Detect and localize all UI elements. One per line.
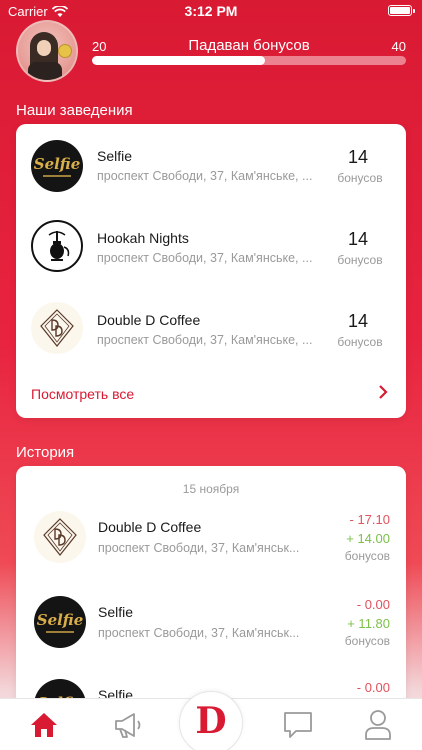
- avatar[interactable]: [16, 20, 78, 82]
- see-all-link[interactable]: Посмотреть все: [31, 386, 134, 402]
- venue-name: Hookah Nights: [97, 230, 189, 246]
- history-spent: - 17.10: [349, 512, 390, 527]
- history-venue-address: проспект Свободи, 37, Кам'янськ...: [98, 626, 300, 640]
- level-title: Падаван бонусов: [188, 37, 310, 54]
- history-bonus-label: бонусов: [344, 634, 390, 648]
- venue-bonus-count: 14: [347, 229, 369, 249]
- history-spent: - 0.00: [356, 680, 390, 695]
- tab-profile[interactable]: [358, 707, 398, 743]
- level-progress-bar: [92, 56, 406, 65]
- venue-bonus-label: бонусов: [337, 253, 383, 267]
- dd-coffee-logo: [31, 302, 83, 354]
- venue-bonus-count: 14: [347, 311, 369, 331]
- status-bar: Carrier 3:12 PM: [0, 0, 422, 22]
- user-icon: [365, 710, 391, 740]
- dd-coffee-logo: [34, 511, 86, 563]
- history-section-title: История: [16, 444, 75, 461]
- status-time: 3:12 PM: [184, 3, 238, 19]
- chevron-right-icon[interactable]: [378, 383, 388, 404]
- megaphone-icon: [115, 713, 141, 738]
- center-d-button[interactable]: D: [179, 691, 243, 750]
- tab-chat[interactable]: [278, 707, 318, 743]
- history-row[interactable]: Selfie Selfie проспект Свободи, 37, Кам'…: [16, 591, 406, 671]
- hookah-logo: [31, 220, 83, 272]
- tab-news[interactable]: [108, 707, 148, 743]
- battery-icon: [388, 5, 415, 16]
- tab-home[interactable]: [24, 707, 64, 743]
- venue-row-hookah-nights[interactable]: Hookah Nights проспект Свободи, 37, Кам'…: [16, 210, 406, 290]
- selfie-logo: Selfie: [34, 596, 86, 648]
- history-earned: + 14.00: [346, 531, 390, 546]
- venue-bonus-label: бонусов: [337, 335, 383, 349]
- venue-address: проспект Свободи, 37, Кам'янське, ...: [97, 169, 313, 183]
- venues-section-title: Наши заведения: [16, 102, 133, 119]
- history-venue-name: Selfie: [98, 604, 134, 620]
- history-card: 15 ноября Double D Coffee проспект Свобо…: [16, 466, 406, 706]
- history-date: 15 ноября: [182, 482, 240, 496]
- coin-icon: [58, 44, 72, 58]
- home-icon: [31, 713, 57, 737]
- history-venue-name: Double D Coffee: [98, 519, 202, 535]
- level-progress-fill: [92, 56, 265, 65]
- venue-bonus-label: бонусов: [337, 171, 383, 185]
- venue-bonus-count: 14: [347, 147, 369, 167]
- venue-address: проспект Свободи, 37, Кам'янське, ...: [97, 251, 313, 265]
- venue-row-selfie[interactable]: Selfie Selfie проспект Свободи, 37, Кам'…: [16, 128, 406, 208]
- venue-address: проспект Свободи, 37, Кам'янське, ...: [97, 333, 313, 347]
- venue-name: Double D Coffee: [97, 312, 201, 328]
- history-spent: - 0.00: [356, 597, 390, 612]
- venues-card: Selfie Selfie проспект Свободи, 37, Кам'…: [16, 124, 406, 418]
- history-row[interactable]: Double D Coffee проспект Свободи, 37, Ка…: [16, 506, 406, 586]
- chat-icon: [284, 712, 312, 738]
- history-venue-address: проспект Свободи, 37, Кам'янськ...: [98, 541, 300, 555]
- history-bonus-label: бонусов: [344, 549, 390, 563]
- venue-row-double-d-coffee[interactable]: Double D Coffee проспект Свободи, 37, Ка…: [16, 292, 406, 372]
- venue-name: Selfie: [97, 148, 133, 164]
- d-logo-icon: D: [195, 700, 227, 742]
- history-earned: + 11.80: [347, 616, 390, 631]
- selfie-logo: Selfie: [31, 140, 83, 192]
- level-max: 40: [391, 39, 406, 54]
